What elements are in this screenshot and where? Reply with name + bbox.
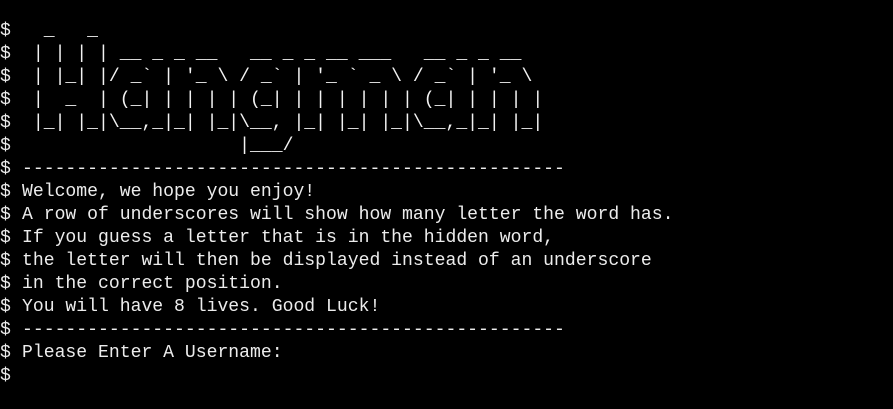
output-line: $ If you guess a letter that is in the hi… [0, 227, 893, 250]
banner-art-line: $ | | | | __ _ _ __ __ _ _ __ ___ __ _ _… [0, 43, 893, 66]
divider-line: $ ---------------------------------------… [0, 158, 893, 181]
output-line: $ A row of underscores will show how many… [0, 204, 893, 227]
divider-line: $ ---------------------------------------… [0, 319, 893, 342]
divider-text: ----------------------------------------… [22, 159, 565, 179]
shell-prompt: $ [0, 182, 11, 202]
output-line: $ in the correct position. [0, 273, 893, 296]
banner-art-line: $ |_| |_|\__,_|_| |_|\__, |_| |_| |_|\__… [0, 112, 893, 135]
shell-prompt: $ [0, 343, 11, 363]
shell-prompt: $ [0, 274, 11, 294]
output-line: $ the letter will then be displayed inste… [0, 250, 893, 273]
banner-art-line: $ | |_| |/ _` | '_ \ / _` | '_ ` _ \ / _… [0, 66, 893, 89]
instruction-text: A row of underscores will show how many … [22, 205, 674, 225]
output-line: $ Please Enter A Username: [0, 342, 893, 365]
banner-art-text: |___/ [22, 136, 294, 156]
shell-prompt: $ [0, 67, 11, 87]
shell-prompt: $ [0, 21, 11, 41]
shell-prompt: $ [0, 44, 11, 64]
output-line: $ Welcome, we hope you enjoy! [0, 181, 893, 204]
shell-prompt: $ [0, 320, 11, 340]
welcome-text: Welcome, we hope you enjoy! [22, 182, 316, 202]
banner-art-text: _ _ [22, 21, 99, 41]
shell-prompt: $ [0, 113, 11, 133]
shell-prompt: $ [0, 297, 11, 317]
shell-prompt: $ [0, 366, 11, 386]
shell-prompt: $ [0, 159, 11, 179]
shell-prompt: $ [0, 205, 11, 225]
terminal-window[interactable]: $ _ _ $ | | | | __ _ _ __ __ _ _ __ ___ … [0, 20, 893, 409]
banner-art-line: $ _ _ [0, 20, 893, 43]
shell-prompt: $ [0, 90, 11, 110]
instruction-text: If you guess a letter that is in the hid… [22, 228, 555, 248]
lives-text: You will have 8 lives. Good Luck! [22, 297, 381, 317]
shell-prompt: $ [0, 136, 11, 156]
username-prompt-text: Please Enter A Username: [22, 343, 283, 363]
username-input[interactable] [22, 365, 222, 385]
banner-art-line: $ | _ | (_| | | | | (_| | | | | | | (_| … [0, 89, 893, 112]
banner-art-text: | _ | (_| | | | | (_| | | | | | | (_| | … [22, 90, 544, 110]
instruction-text: in the correct position. [22, 274, 283, 294]
banner-art-text: |_| |_|\__,_|_| |_|\__, |_| |_| |_|\__,_… [22, 113, 544, 133]
shell-prompt: $ [0, 228, 11, 248]
shell-prompt: $ [0, 251, 11, 271]
banner-art-line: $ |___/ [0, 135, 893, 158]
username-input-line[interactable]: $ [0, 365, 893, 388]
instruction-text: the letter will then be displayed instea… [22, 251, 652, 271]
divider-text: ----------------------------------------… [22, 320, 565, 340]
banner-art-text: | | | | __ _ _ __ __ _ _ __ ___ __ _ _ _… [22, 44, 522, 64]
banner-art-text: | |_| |/ _` | '_ \ / _` | '_ ` _ \ / _` … [22, 67, 533, 87]
output-line: $ You will have 8 lives. Good Luck! [0, 296, 893, 319]
